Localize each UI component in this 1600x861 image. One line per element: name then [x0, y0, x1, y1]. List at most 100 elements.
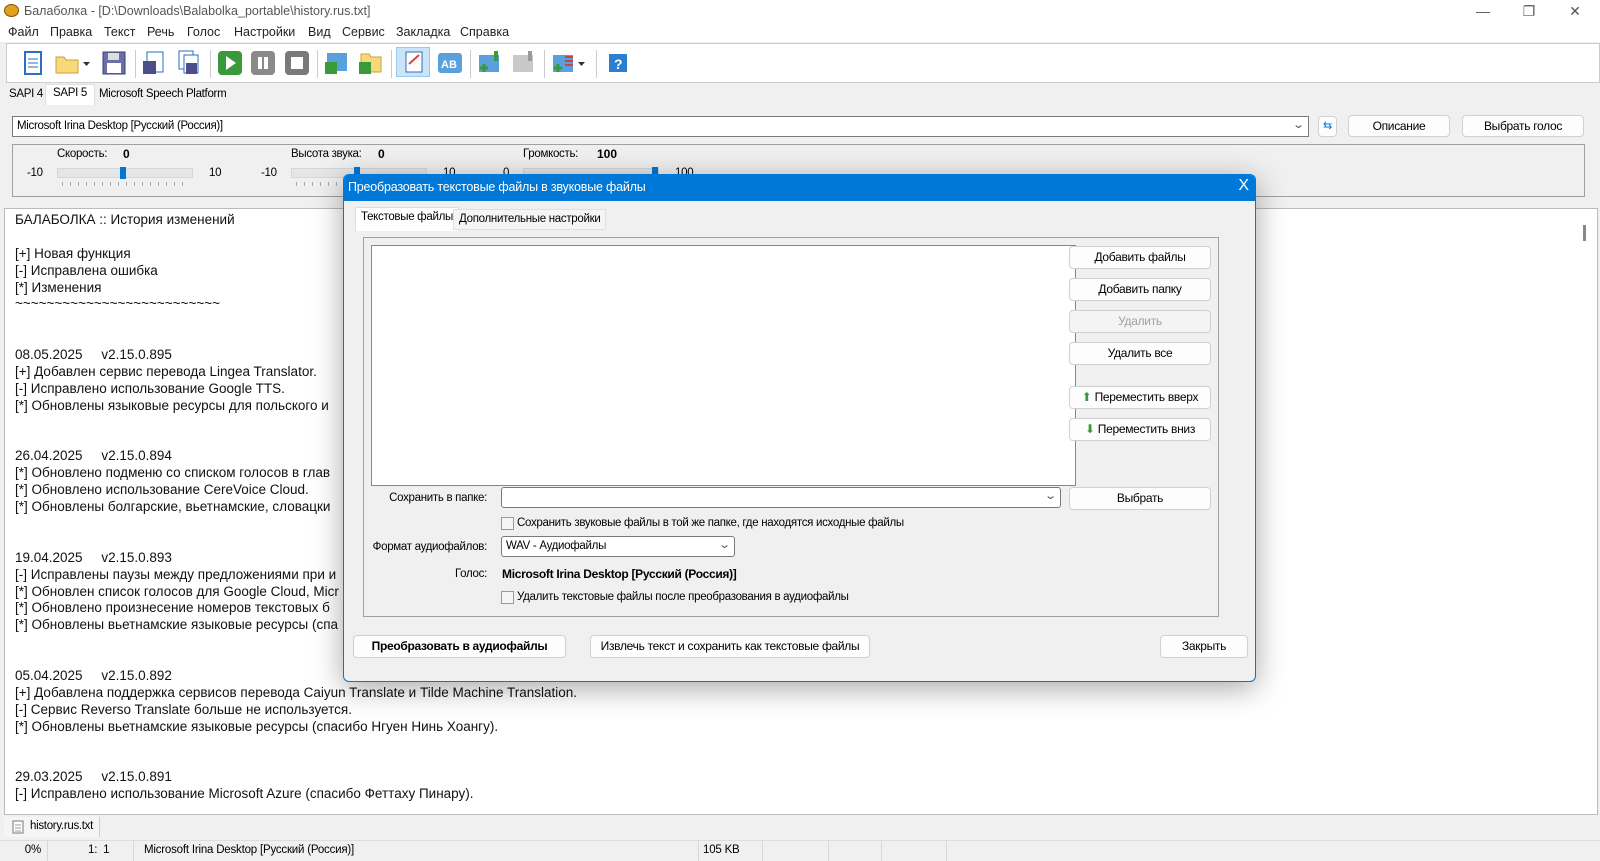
toolbar-separator: [596, 50, 597, 78]
remove-all-button[interactable]: Удалить все: [1069, 342, 1211, 365]
arrow-down-icon: ⬇: [1084, 422, 1095, 436]
window-title: Балаболка - [D:\Downloads\Balabolka_port…: [24, 4, 371, 18]
menu-help[interactable]: Справка: [460, 25, 509, 39]
toolbar-separator: [135, 50, 136, 78]
voice-value: Microsoft Irina Desktop [Русский (Россия…: [502, 567, 737, 581]
rate-max: 10: [209, 167, 222, 179]
status-cell: [882, 841, 947, 861]
save-icon[interactable]: [101, 50, 127, 76]
tab-advanced-settings[interactable]: Дополнительные настройки: [453, 209, 607, 230]
rate-min: -10: [27, 167, 43, 179]
play-icon[interactable]: [217, 50, 243, 76]
open-folder-icon[interactable]: [54, 50, 80, 76]
toolbar-separator: [391, 50, 392, 78]
toolbar-separator: [544, 50, 545, 78]
rate-label: Скорость:: [57, 148, 108, 160]
editor-line: [-] Исправлено использование Microsoft A…: [15, 786, 474, 802]
menu-speech[interactable]: Речь: [147, 25, 174, 39]
choose-voice-button[interactable]: Выбрать голос: [1462, 115, 1584, 137]
chevron-down-icon: ⌄: [1291, 119, 1305, 131]
toolbar-separator: [210, 50, 211, 78]
dialog-close-button[interactable]: X: [1238, 177, 1249, 195]
read-folder-icon[interactable]: [357, 50, 383, 76]
file-list[interactable]: [371, 245, 1076, 486]
tab-text-files[interactable]: Текстовые файлы: [355, 207, 459, 231]
format-select[interactable]: WAV - Аудиофайлы ⌄: [501, 536, 735, 557]
app-logo-icon: [4, 4, 19, 17]
svg-text:AB: AB: [441, 59, 457, 71]
save-folder-select[interactable]: ⌄: [501, 487, 1061, 508]
menu-view[interactable]: Вид: [308, 25, 331, 39]
goto-bookmark-icon[interactable]: [510, 50, 536, 76]
menu-settings[interactable]: Настройки: [234, 25, 295, 39]
remove-button[interactable]: Удалить: [1069, 310, 1211, 333]
editor-line: [-] Сервис Reverso Translate больше не и…: [15, 701, 352, 717]
tab-sapi4[interactable]: SAPI 4: [2, 86, 50, 105]
editor-line: [*] Обновлены вьетнамские языковые ресур…: [15, 718, 499, 734]
menu-text[interactable]: Текст: [104, 25, 135, 39]
batch-save-audio-icon[interactable]: [175, 50, 201, 76]
svg-text:?: ?: [614, 56, 623, 72]
status-progress: 0%: [0, 841, 48, 861]
rate-slider-thumb[interactable]: [120, 167, 126, 179]
chevron-down-icon: ⌄: [717, 539, 731, 551]
title-bar: Балаболка - [D:\Downloads\Balabolka_port…: [0, 0, 1600, 22]
voice-label: Голос:: [455, 568, 487, 580]
menu-file[interactable]: Файл: [8, 25, 39, 39]
text-files-panel: Добавить файлы Добавить папку Удалить Уд…: [363, 237, 1219, 617]
add-list-icon[interactable]: [550, 50, 576, 76]
convert-button[interactable]: Преобразовать в аудиофайлы: [353, 635, 566, 658]
minimize-button[interactable]: —: [1460, 0, 1506, 22]
save-audio-icon[interactable]: [141, 50, 167, 76]
browse-button[interactable]: Выбрать: [1069, 487, 1211, 510]
rate-slider[interactable]: [57, 167, 193, 186]
vertical-scrollbar[interactable]: [1575, 209, 1597, 814]
voice-select[interactable]: Microsoft Irina Desktop [Русский (Россия…: [12, 116, 1309, 137]
status-position: 1: 1: [48, 841, 134, 861]
menu-service[interactable]: Сервис: [342, 25, 385, 39]
text-compare-icon[interactable]: AB: [437, 50, 463, 76]
menu-voice[interactable]: Голос: [187, 25, 220, 39]
extract-text-button[interactable]: Извлечь текст и сохранить как текстовые …: [590, 635, 870, 658]
dialog-title: Преобразовать текстовые файлы в звуковые…: [348, 180, 646, 194]
same-folder-checkbox[interactable]: [501, 517, 514, 530]
menu-bookmark[interactable]: Закладка: [396, 25, 450, 39]
tab-sapi5[interactable]: SAPI 5: [45, 84, 95, 105]
status-bar: 0% 1: 1 Microsoft Irina Desktop [Русский…: [0, 840, 1600, 861]
read-clipboard-icon[interactable]: [323, 50, 349, 76]
delete-text-files-checkbox[interactable]: [501, 591, 514, 604]
pitch-value: 0: [378, 147, 385, 161]
maximize-button[interactable]: ❐: [1506, 0, 1552, 22]
save-folder-label: Сохранить в папке:: [389, 492, 487, 504]
add-bookmark-icon[interactable]: [476, 50, 502, 76]
list-dropdown-icon[interactable]: [577, 50, 587, 76]
add-files-button[interactable]: Добавить файлы: [1069, 246, 1211, 269]
description-button[interactable]: Описание: [1348, 115, 1450, 137]
tab-microsoft-speech-platform[interactable]: Microsoft Speech Platform: [92, 86, 233, 105]
stop-icon[interactable]: [284, 50, 310, 76]
toolbar: AB ?: [6, 43, 1600, 83]
add-folder-button[interactable]: Добавить папку: [1069, 278, 1211, 301]
spell-check-icon[interactable]: [396, 47, 430, 77]
move-up-button[interactable]: ⬆ Переместить вверх: [1069, 386, 1211, 409]
editor-line: 29.03.2025 v2.15.0.891: [15, 769, 172, 785]
editor-line: [+] Добавлена поддержка сервисов перевод…: [15, 684, 578, 700]
menu-edit[interactable]: Правка: [50, 25, 92, 39]
dialog-close-btn[interactable]: Закрыть: [1160, 635, 1248, 658]
new-document-icon[interactable]: [20, 50, 46, 76]
help-icon[interactable]: ?: [605, 50, 631, 76]
pause-icon[interactable]: [250, 50, 276, 76]
toolbar-separator: [470, 50, 471, 78]
open-dropdown-icon[interactable]: [82, 50, 92, 76]
status-size: 105 KB: [699, 841, 763, 861]
move-down-button[interactable]: ⬇ Переместить вниз: [1069, 418, 1211, 441]
delete-text-files-label: Удалить текстовые файлы после преобразов…: [517, 591, 849, 603]
close-button[interactable]: ✕: [1552, 0, 1598, 22]
pitch-label: Высота звука:: [291, 148, 362, 160]
volume-value: 100: [597, 147, 618, 161]
refresh-voices-button[interactable]: ⇆: [1318, 116, 1337, 137]
document-tab[interactable]: history.rus.txt: [4, 817, 101, 837]
pitch-min: -10: [261, 167, 277, 179]
scrollbar-thumb[interactable]: [1583, 225, 1586, 241]
